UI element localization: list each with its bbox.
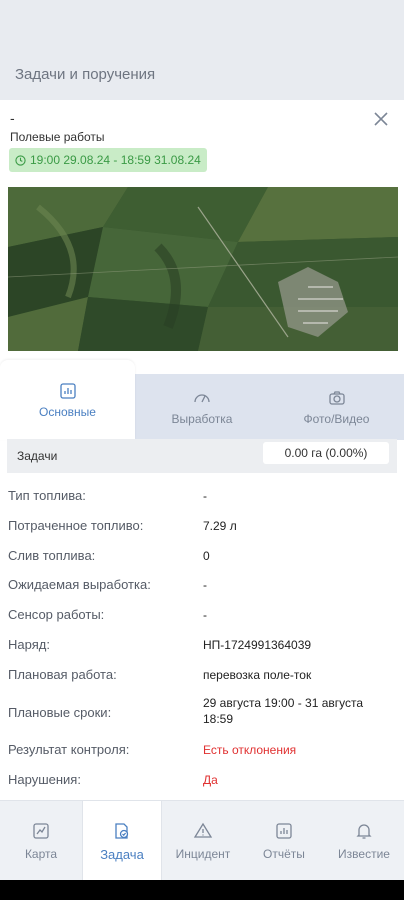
bottom-nav: Карта Задача Инцидент Отчёты Известие — [0, 800, 404, 881]
detail-value: - — [203, 608, 207, 622]
gauge-icon — [194, 393, 210, 402]
detail-value: - — [203, 578, 207, 592]
bell-icon — [356, 824, 372, 839]
detail-label: Потраченное топливо: — [8, 518, 144, 533]
clock-icon — [15, 154, 26, 166]
detail-value: Есть отклонения — [203, 743, 297, 757]
app-header: Задачи и поручения — [0, 0, 404, 100]
detail-value: 7.29 л — [203, 519, 237, 533]
satellite-map[interactable] — [8, 187, 398, 351]
chart-icon — [59, 382, 76, 399]
detail-label: Ожидаемая выработка: — [8, 577, 151, 592]
period-text: 19:00 29.08.24 - 18:59 31.08.24 — [30, 153, 201, 167]
nav-map[interactable]: Карта — [0, 801, 82, 881]
nav-label: Отчёты — [263, 847, 305, 861]
tasks-value: 0.00 га (0.00%) — [263, 442, 389, 464]
camera-icon — [328, 390, 345, 405]
nav-task[interactable]: Задача — [82, 801, 162, 881]
detail-label: Слив топлива: — [8, 548, 96, 563]
nav-label: Инцидент — [175, 847, 231, 861]
tasks-label: Задачи — [17, 449, 58, 463]
tasks-summary: Задачи 0.00 га (0.00%) — [7, 439, 397, 473]
nav-label: Карта — [24, 847, 58, 861]
detail-value: НП-1724991364039 — [203, 638, 312, 652]
detail-label: Тип топлива: — [8, 488, 86, 503]
period-badge: 19:00 29.08.24 - 18:59 31.08.24 — [9, 148, 207, 172]
tab-label: Фото/Видео — [303, 411, 370, 426]
task-check-icon — [115, 822, 129, 839]
task-name: - — [10, 110, 15, 126]
detail-label: Плановые сроки: — [8, 705, 112, 720]
task-card: - Полевые работы 19:00 29.08.24 - 18:59 … — [0, 100, 404, 800]
detail-value: Да — [203, 773, 218, 787]
nav-label: Известие — [338, 847, 390, 861]
tab-media[interactable]: Фото/Видео — [269, 374, 404, 440]
detail-value: 29 августа 19:00 - 31 августа 18:59 — [203, 696, 364, 726]
tab-main[interactable]: Основные — [0, 360, 135, 440]
detail-label: Сенсор работы: — [8, 607, 105, 622]
detail-label: Нарушения: — [8, 772, 81, 787]
nav-reports[interactable]: Отчёты — [244, 801, 324, 881]
map-chart-icon — [33, 823, 49, 839]
tab-label: Выработка — [171, 411, 233, 426]
nav-notifications[interactable]: Известие — [324, 801, 404, 881]
tab-label: Основные — [39, 404, 96, 419]
detail-value: - — [203, 489, 207, 503]
detail-label: Наряд: — [8, 637, 50, 652]
tab-output[interactable]: Выработка — [135, 374, 269, 440]
task-type: Полевые работы — [10, 130, 105, 144]
detail-label: Плановая работа: — [8, 667, 117, 682]
detail-value: перевозка поле-ток — [203, 668, 312, 682]
system-navigation-bar — [0, 880, 404, 900]
page-title: Задачи и поручения — [15, 66, 156, 83]
warning-icon — [193, 822, 213, 838]
report-icon — [276, 823, 292, 839]
close-icon[interactable] — [370, 108, 392, 130]
section-tabs: Основные Выработка Фото/Видео — [0, 360, 404, 440]
detail-label: Результат контроля: — [8, 742, 130, 757]
detail-value: 0 — [203, 549, 210, 563]
nav-incident[interactable]: Инцидент — [162, 801, 244, 881]
nav-label: Задача — [100, 846, 144, 862]
